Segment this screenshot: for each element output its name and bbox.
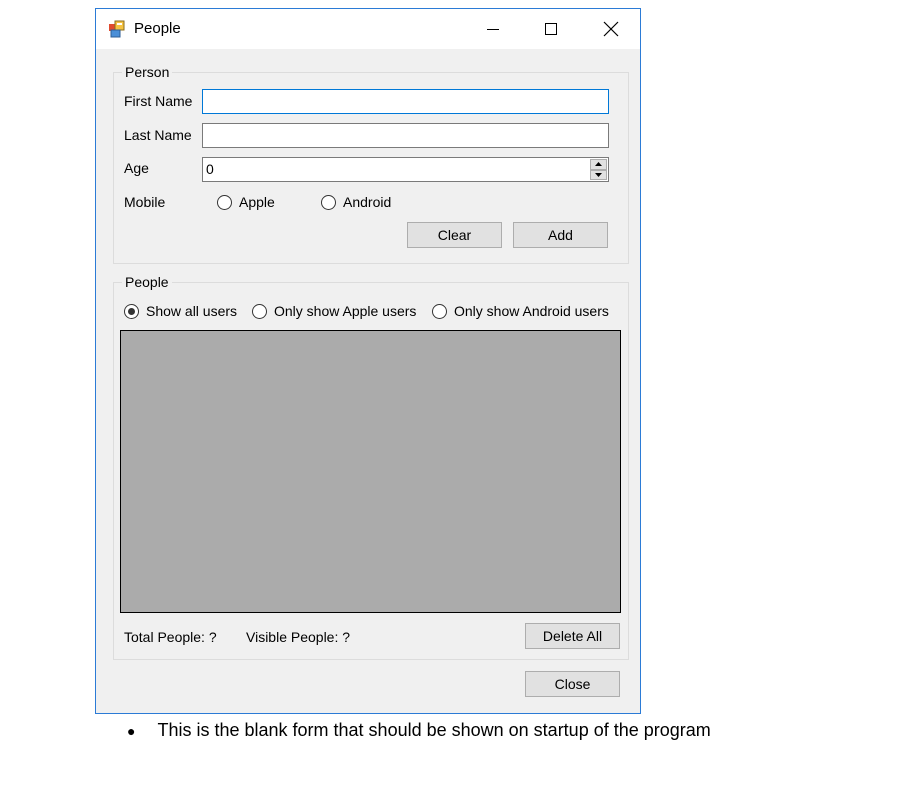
- total-people-label: Total People: ?: [124, 629, 217, 645]
- last-name-label: Last Name: [124, 127, 192, 143]
- filter-apple-label: Only show Apple users: [274, 303, 417, 319]
- radio-selected-icon: [124, 303, 139, 319]
- mobile-apple-label: Apple: [239, 194, 275, 210]
- clear-button[interactable]: Clear: [407, 222, 502, 248]
- radio-circle-icon: [252, 303, 267, 319]
- filter-android-radio[interactable]: Only show Android users: [432, 303, 609, 319]
- age-spin-buttons: [590, 159, 607, 180]
- bullet-icon: ●: [127, 722, 136, 739]
- close-button[interactable]: Close: [525, 671, 620, 697]
- add-button[interactable]: Add: [513, 222, 608, 248]
- person-group-legend: Person: [122, 64, 173, 80]
- app-icon: [108, 20, 126, 38]
- filter-android-label: Only show Android users: [454, 303, 609, 319]
- close-window-button[interactable]: [582, 9, 640, 49]
- minimize-icon: [487, 29, 499, 30]
- arrow-up-icon: [595, 162, 602, 167]
- close-icon: [603, 21, 619, 37]
- first-name-input[interactable]: [202, 89, 609, 114]
- age-increment-button[interactable]: [590, 159, 607, 170]
- mobile-android-label: Android: [343, 194, 392, 210]
- title-bar[interactable]: People: [96, 9, 640, 49]
- caption-text: This is the blank form that should be sh…: [157, 720, 711, 740]
- people-window: People Person First Name Last Name Age 0: [95, 8, 641, 714]
- maximize-icon: [545, 23, 557, 35]
- radio-circle-icon: [432, 303, 447, 319]
- maximize-button[interactable]: [522, 9, 580, 49]
- radio-circle-icon: [321, 194, 336, 210]
- filter-apple-radio[interactable]: Only show Apple users: [252, 303, 416, 319]
- filter-all-radio[interactable]: Show all users: [124, 303, 237, 319]
- age-label: Age: [124, 160, 149, 176]
- mobile-label: Mobile: [124, 194, 166, 210]
- last-name-input[interactable]: [202, 123, 609, 148]
- people-listbox[interactable]: [120, 330, 621, 613]
- people-group-legend: People: [122, 274, 172, 290]
- delete-all-button[interactable]: Delete All: [525, 623, 620, 649]
- age-stepper[interactable]: 0: [202, 157, 609, 182]
- age-value: 0: [206, 161, 214, 177]
- mobile-apple-radio[interactable]: Apple: [217, 194, 275, 210]
- first-name-label: First Name: [124, 93, 193, 109]
- mobile-android-radio[interactable]: Android: [321, 194, 391, 210]
- radio-circle-icon: [217, 194, 232, 210]
- arrow-down-icon: [595, 172, 602, 177]
- visible-people-label: Visible People: ?: [246, 629, 351, 645]
- age-decrement-button[interactable]: [590, 169, 607, 180]
- minimize-button[interactable]: [464, 9, 522, 49]
- caption: ● This is the blank form that should be …: [127, 720, 711, 741]
- filter-all-label: Show all users: [146, 303, 238, 319]
- window-title: People: [134, 20, 181, 37]
